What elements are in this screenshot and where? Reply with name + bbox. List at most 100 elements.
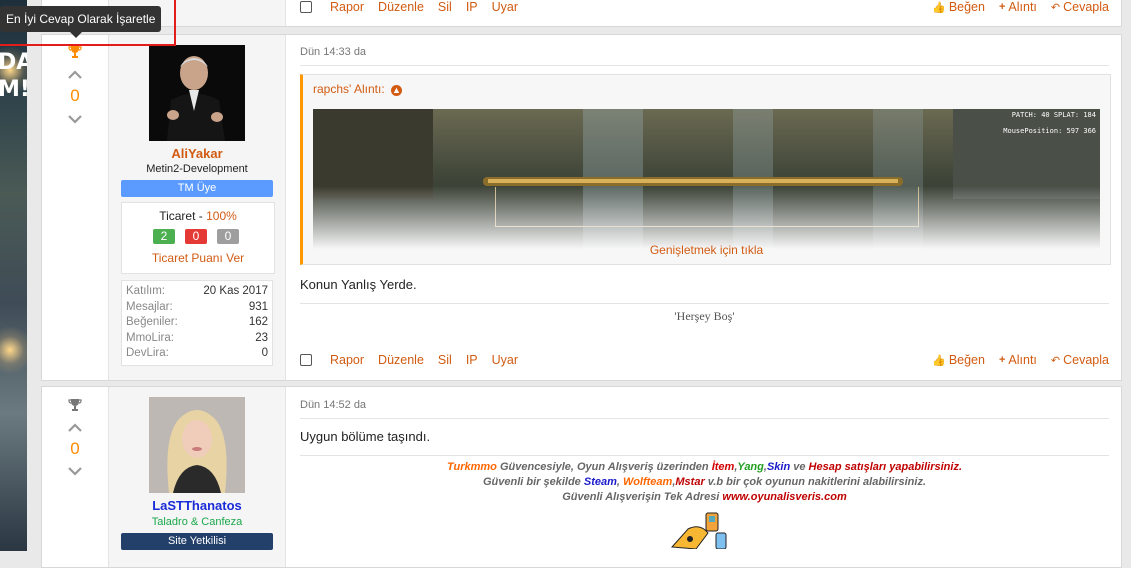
warn-link[interactable]: Uyar bbox=[492, 0, 518, 14]
screenshot-overlay-line1: PATCH: 40 SPLAT: 184 bbox=[1011, 111, 1096, 119]
go-to-quote-icon: ▲ bbox=[391, 85, 403, 96]
report-link[interactable]: Rapor bbox=[330, 0, 364, 14]
signature-fragment: Hesap satışları yapabilirsiniz. bbox=[808, 461, 963, 473]
like-button[interactable]: 👍 Beğen bbox=[932, 0, 985, 14]
signature-fragment: Mstar bbox=[675, 476, 705, 488]
signature-fragment: www.oyunalisveris.com bbox=[722, 491, 847, 503]
user-info-column: LaSTThanatos Taladro & Canfeza Site Yetk… bbox=[108, 387, 286, 567]
stat-row: DevLira: 0 bbox=[126, 346, 268, 362]
post-content: Dün 14:52 da Uygun bölüme taşındı. Turkm… bbox=[285, 387, 1121, 567]
signature-logo-image[interactable] bbox=[660, 509, 750, 550]
user-stats: Katılım: 20 Kas 2017 Mesajlar: 931 Beğenil… bbox=[121, 280, 273, 366]
quote-author-link[interactable]: rapchs' Alıntı: ▲ bbox=[313, 82, 403, 96]
signature-fragment: Yang bbox=[737, 461, 764, 473]
stat-key: MmoLira: bbox=[126, 331, 174, 344]
user-rank-badge: TM Üye bbox=[121, 180, 273, 197]
upvote-arrow-icon[interactable] bbox=[67, 423, 83, 433]
banner-text-1: DA bbox=[0, 50, 27, 75]
stat-value: 20 Kas 2017 bbox=[203, 285, 268, 297]
signature-fragment: Güvencesiyle, Oyun Alışveriş üzerinden bbox=[496, 461, 712, 473]
signature-fragment: Steam bbox=[583, 476, 617, 488]
expand-quote-link[interactable]: Genişletmek için tıkla bbox=[303, 243, 1110, 257]
avatar-image bbox=[149, 45, 245, 141]
stat-key: Katılım: bbox=[126, 285, 165, 297]
post-date-link[interactable]: Dün 14:33 da bbox=[300, 46, 366, 58]
stat-value: 162 bbox=[248, 316, 268, 328]
signature-line-3: Güvenli Alışverişin Tek Adresi www.oyuna… bbox=[300, 490, 1109, 505]
report-link[interactable]: Rapor bbox=[330, 353, 364, 367]
thumbs-up-icon: 👍 bbox=[932, 1, 946, 14]
user-info-column: AliYakar Metin2-Development TM Üye Ticar… bbox=[108, 35, 286, 380]
trade-negative-count[interactable]: 0 bbox=[185, 229, 207, 244]
post-actions-bar: Rapor Düzenle Sil IP Uyar 👍 Beğen + Alıntı… bbox=[300, 0, 1109, 18]
post-message: Uygun bölüme taşındı. bbox=[300, 429, 431, 444]
signature-divider bbox=[300, 455, 1109, 456]
edit-link[interactable]: Düzenle bbox=[378, 353, 424, 367]
quote-label: Alıntı bbox=[1008, 0, 1037, 14]
select-post-checkbox[interactable] bbox=[300, 354, 312, 366]
quote-author: rapchs' Alıntı: bbox=[313, 82, 385, 96]
downvote-arrow-icon[interactable] bbox=[67, 114, 83, 124]
quoted-screenshot[interactable]: PATCH: 40 SPLAT: 184 MousePosition: 597 … bbox=[313, 109, 1100, 249]
username-link[interactable]: AliYakar bbox=[109, 146, 285, 161]
upvote-arrow-icon[interactable] bbox=[67, 70, 83, 80]
post: 0 LaSTThanatos Taladro & Canfeza Site Ye… bbox=[41, 386, 1122, 568]
avatar[interactable] bbox=[149, 397, 245, 493]
ip-link[interactable]: IP bbox=[466, 353, 478, 367]
avatar[interactable] bbox=[149, 45, 245, 141]
signature-fragment: v.b bir çok oyunun nakitlerini alabilirs… bbox=[704, 476, 927, 488]
ip-link[interactable]: IP bbox=[466, 0, 478, 14]
screenshot-overlay-line2: MousePosition: 597 366 bbox=[1003, 127, 1096, 135]
signature-text: 'Herşey Boş' bbox=[674, 309, 735, 323]
user-title: Taladro & Canfeza bbox=[151, 516, 243, 528]
stat-row: MmoLira: 23 bbox=[126, 331, 268, 347]
post-content: Dün 14:33 da rapchs' Alıntı: ▲ PATCH: 40… bbox=[285, 35, 1121, 380]
quote-block: rapchs' Alıntı: ▲ PATCH: 40 SPLAT: 184 M… bbox=[300, 74, 1111, 265]
like-label: Beğen bbox=[948, 353, 985, 367]
edit-link[interactable]: Düzenle bbox=[378, 0, 424, 14]
stat-row: Beğeniler: 162 bbox=[126, 315, 268, 331]
warn-link[interactable]: Uyar bbox=[492, 353, 518, 367]
post-date-link[interactable]: Dün 14:52 da bbox=[300, 399, 366, 411]
quote-button[interactable]: + Alıntı bbox=[999, 353, 1037, 367]
trade-rating-box: Ticaret - 100% 2 0 0 Ticaret Puanı Ver bbox=[121, 202, 275, 274]
give-trade-rating-link[interactable]: Ticaret Puanı Ver bbox=[122, 251, 274, 265]
like-label: Beğen bbox=[948, 0, 985, 14]
username-link[interactable]: LaSTThanatos bbox=[109, 498, 285, 513]
stat-key: Beğeniler: bbox=[126, 316, 178, 328]
best-answer-trophy-icon[interactable] bbox=[68, 45, 82, 59]
banner-text-2: M! bbox=[0, 77, 27, 102]
reply-arrow-icon: ↶ bbox=[1050, 1, 1061, 14]
signature-fragment: Güvenli bir şekilde bbox=[482, 476, 584, 488]
quote-label: Alıntı bbox=[1008, 353, 1037, 367]
delete-link[interactable]: Sil bbox=[438, 0, 452, 14]
downvote-arrow-icon[interactable] bbox=[67, 466, 83, 476]
best-answer-trophy-icon[interactable] bbox=[68, 398, 82, 412]
post: 0 AliYakar Metin2-Development TM Üye Tic… bbox=[41, 34, 1122, 381]
signature-divider bbox=[300, 303, 1109, 304]
game-screenshot-image bbox=[313, 109, 1100, 249]
select-post-checkbox[interactable] bbox=[300, 1, 312, 13]
trade-positive-count[interactable]: 2 bbox=[153, 229, 175, 244]
quote-button[interactable]: + Alıntı bbox=[999, 0, 1037, 14]
reply-button[interactable]: ↶ Cevapla bbox=[1051, 353, 1109, 367]
trade-label: Ticaret - bbox=[159, 209, 207, 223]
username: LaSTThanatos bbox=[152, 498, 242, 513]
reply-label: Cevapla bbox=[1063, 0, 1109, 14]
like-button[interactable]: 👍 Beğen bbox=[932, 353, 985, 367]
side-banner-ad[interactable]: DA M! bbox=[0, 0, 27, 551]
user-rank-badge: Site Yetkilisi bbox=[121, 533, 273, 550]
previous-post: Rapor Düzenle Sil IP Uyar 👍 Beğen + Alıntı… bbox=[41, 0, 1122, 27]
post-actions-bar: Rapor Düzenle Sil IP Uyar 👍 Beğen + Alıntı… bbox=[300, 353, 1109, 371]
delete-link[interactable]: Sil bbox=[438, 353, 452, 367]
date-divider bbox=[300, 65, 1109, 66]
user-title: Metin2-Development bbox=[146, 163, 248, 175]
post-content: Rapor Düzenle Sil IP Uyar 👍 Beğen + Alıntı… bbox=[285, 0, 1121, 26]
trade-neutral-count[interactable]: 0 bbox=[217, 229, 239, 244]
signature-fragment: İtem bbox=[711, 461, 735, 473]
stat-key: Mesajlar: bbox=[126, 300, 173, 313]
signature-fragment: Wolfteam bbox=[623, 476, 673, 488]
trade-score: Ticaret - 100% bbox=[122, 209, 274, 223]
reply-button[interactable]: ↶ Cevapla bbox=[1051, 0, 1109, 14]
vote-score: 0 bbox=[70, 86, 80, 105]
